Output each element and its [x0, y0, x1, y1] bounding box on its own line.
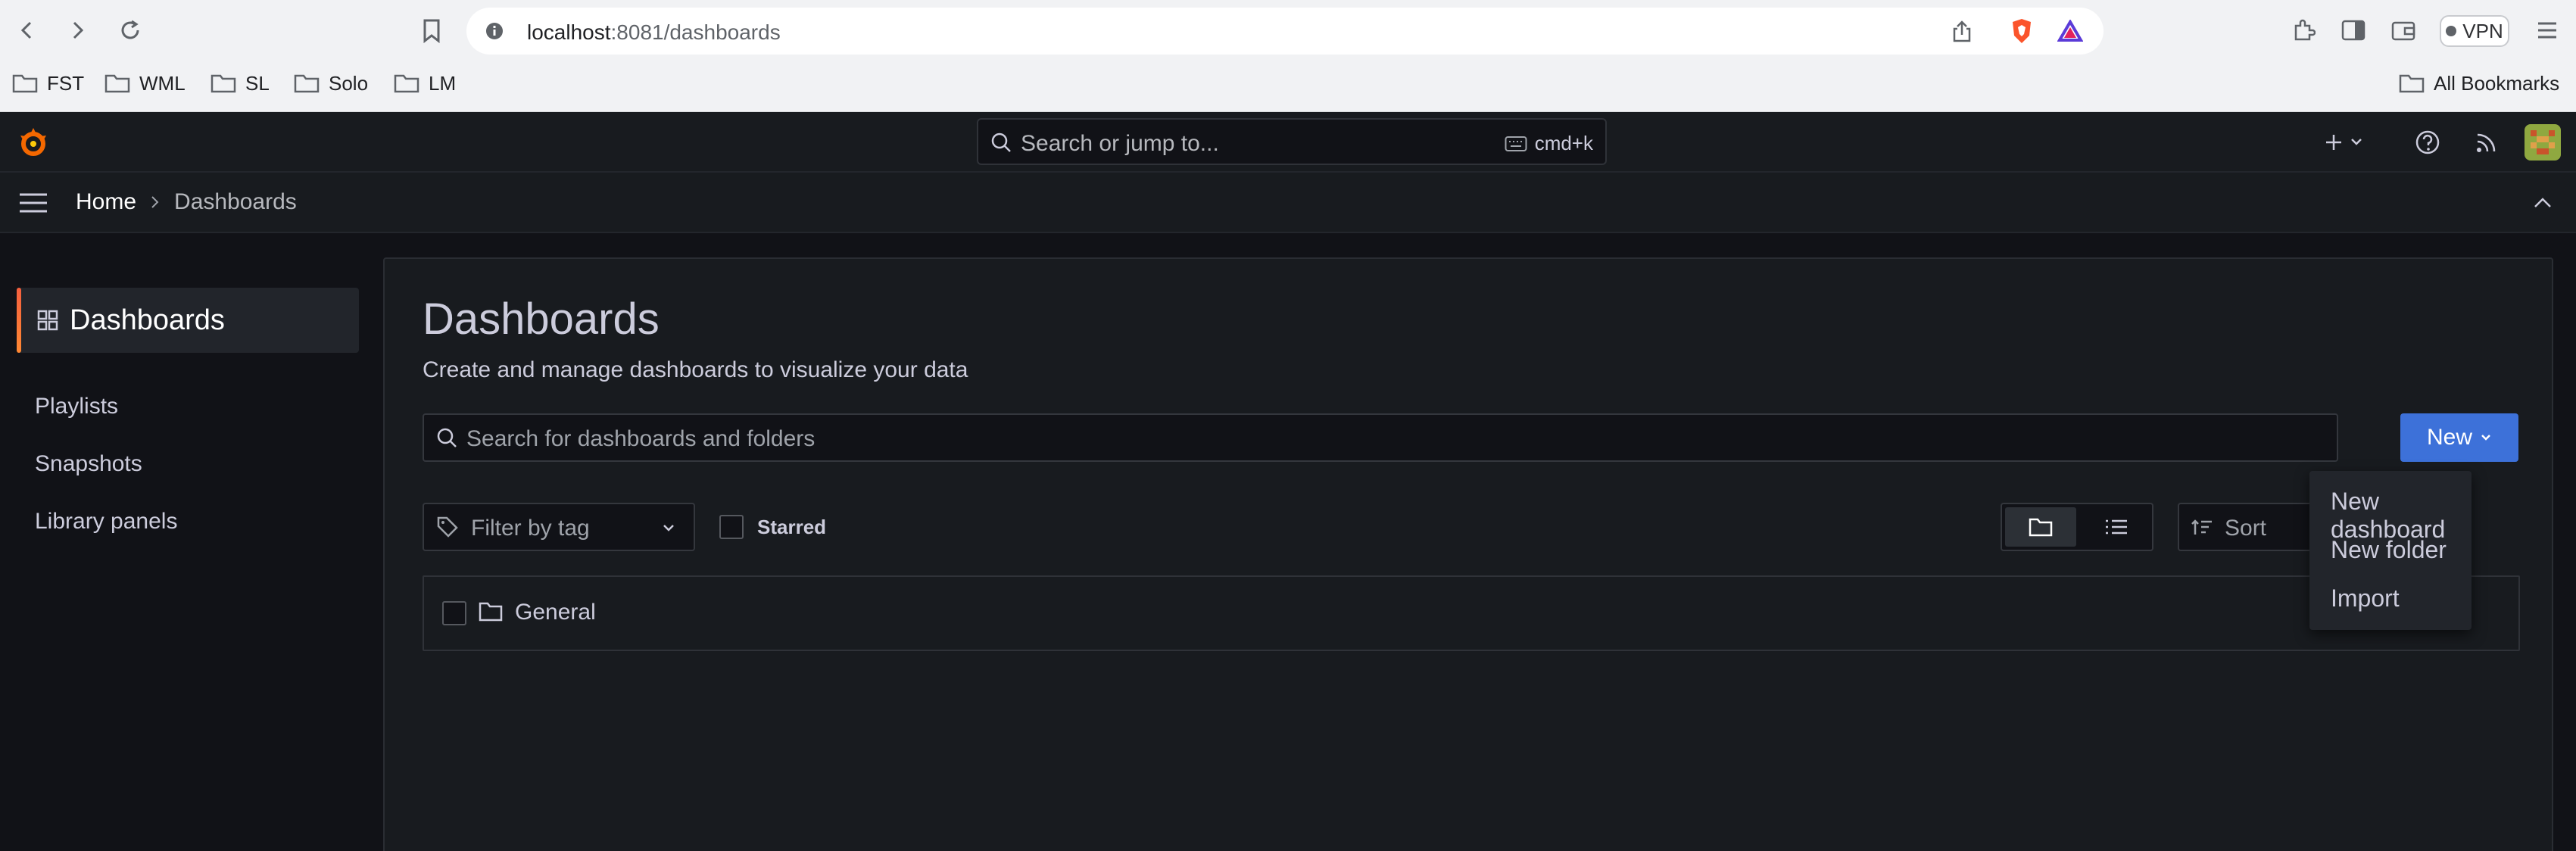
- bookmark-fst[interactable]: FST: [12, 68, 84, 98]
- bookmark-wml[interactable]: WML: [104, 68, 186, 98]
- vpn-status-icon: [2446, 26, 2457, 36]
- starred-filter[interactable]: Starred: [719, 515, 826, 539]
- user-avatar[interactable]: [2525, 124, 2561, 161]
- extensions-icon[interactable]: [2290, 17, 2317, 44]
- add-new-icon[interactable]: [2322, 127, 2370, 157]
- sidebar-item-label: Dashboards: [70, 304, 225, 336]
- bookmark-label: SL: [245, 71, 270, 95]
- filter-placeholder: Filter by tag: [471, 516, 590, 541]
- bookmark-icon[interactable]: [418, 17, 445, 45]
- menu-item-new-dashboard[interactable]: New dashboard: [2331, 488, 2472, 544]
- vpn-label: VPN: [2462, 19, 2503, 42]
- keyboard-icon: [1505, 136, 1527, 151]
- new-button[interactable]: New: [2400, 413, 2518, 462]
- back-icon[interactable]: [12, 15, 42, 45]
- address-bar[interactable]: localhost:8081/dashboards: [466, 8, 2104, 55]
- breadcrumb-bar: Home Dashboards: [0, 173, 2576, 233]
- bookmark-label: FST: [47, 71, 85, 95]
- brave-shield-icon[interactable]: [2008, 17, 2035, 45]
- search-icon: [989, 130, 1013, 154]
- page-title: Dashboards: [423, 295, 660, 344]
- wallet-icon[interactable]: [2390, 17, 2417, 44]
- active-indicator: [17, 288, 21, 353]
- new-button-label: New: [2426, 425, 2472, 450]
- chevron-right-icon: [151, 196, 159, 208]
- sidebar-item-dashboards[interactable]: Dashboards: [17, 288, 359, 353]
- bookmark-solo[interactable]: Solo: [294, 68, 368, 98]
- dashboard-search-input[interactable]: Search for dashboards and folders: [423, 413, 2338, 462]
- all-bookmarks-label: All Bookmarks: [2434, 71, 2560, 95]
- filter-by-tag-select[interactable]: Filter by tag: [423, 503, 695, 551]
- menu-icon[interactable]: [2534, 17, 2561, 44]
- share-icon[interactable]: [1949, 18, 1975, 44]
- news-feed-icon[interactable]: [2472, 127, 2502, 157]
- sidebar-toggle-icon[interactable]: [2340, 17, 2367, 44]
- folder-view-button[interactable]: [2005, 507, 2076, 547]
- list-view-button[interactable]: [2081, 507, 2152, 547]
- starred-label: Starred: [757, 515, 827, 538]
- chevron-down-icon: [2481, 435, 2490, 441]
- main-panel: Dashboards Create and manage dashboards …: [383, 257, 2553, 851]
- menu-item-import[interactable]: Import: [2331, 584, 2400, 613]
- breadcrumb-current: Dashboards: [174, 189, 297, 214]
- breadcrumb-home[interactable]: Home: [76, 189, 136, 215]
- search-icon: [435, 426, 459, 450]
- menu-item-new-folder[interactable]: New folder: [2331, 536, 2447, 564]
- new-dropdown-menu: New dashboard New folder Import: [2309, 471, 2472, 630]
- folder-row-label: General: [515, 600, 596, 625]
- search-placeholder: Search for dashboards and folders: [466, 426, 816, 451]
- view-toggle: [2001, 503, 2153, 551]
- sort-select[interactable]: Sort: [2178, 503, 2329, 551]
- search-placeholder: Search or jump to...: [1021, 131, 1219, 156]
- breadcrumb: Home Dashboards: [76, 189, 297, 215]
- help-icon[interactable]: [2412, 127, 2443, 157]
- sidebar-item-snapshots[interactable]: Snapshots: [35, 451, 142, 477]
- forward-icon[interactable]: [62, 15, 92, 45]
- folder-icon: [12, 74, 38, 93]
- folder-icon: [104, 74, 130, 93]
- reload-icon[interactable]: [115, 15, 145, 45]
- url-text: localhost:8081/dashboards: [527, 20, 781, 44]
- bookmark-sl[interactable]: SL: [211, 68, 270, 98]
- bookmark-label: WML: [139, 71, 186, 95]
- folder-icon: [2029, 518, 2053, 537]
- hamburger-menu-icon[interactable]: [18, 189, 48, 217]
- folder-row-general[interactable]: General: [423, 575, 2520, 651]
- grafana-logo-icon[interactable]: [15, 124, 51, 161]
- apps-grid-icon: [35, 307, 61, 333]
- page-subtitle: Create and manage dashboards to visualiz…: [423, 357, 968, 382]
- folder-icon: [479, 601, 503, 626]
- bookmark-label: LM: [429, 71, 457, 95]
- search-shortcut: cmd+k: [1505, 132, 1593, 155]
- site-info-icon[interactable]: [483, 20, 506, 42]
- folder-icon: [394, 74, 419, 93]
- vpn-button[interactable]: VPN: [2440, 15, 2509, 47]
- list-icon: [2106, 519, 2127, 535]
- all-bookmarks[interactable]: All Bookmarks: [2399, 68, 2559, 98]
- row-checkbox[interactable]: [442, 601, 466, 625]
- sort-icon: [2190, 516, 2214, 539]
- sort-label: Sort: [2225, 516, 2267, 541]
- sidebar-item-library-panels[interactable]: Library panels: [35, 509, 177, 535]
- bookmark-label: Solo: [329, 71, 369, 95]
- bookmark-lm[interactable]: LM: [394, 68, 456, 98]
- folder-icon: [294, 74, 320, 93]
- brave-rewards-icon[interactable]: [2057, 18, 2084, 44]
- collapse-chevron-up-icon[interactable]: [2529, 189, 2556, 217]
- sidebar-item-playlists[interactable]: Playlists: [35, 394, 118, 419]
- global-search-input[interactable]: Search or jump to... cmd+k: [977, 118, 1607, 165]
- folder-icon: [2399, 74, 2425, 93]
- browser-toolbar: localhost:8081/dashboards VPN FST WML SL: [0, 0, 2576, 112]
- grafana-topbar: Search or jump to... cmd+k: [0, 112, 2576, 173]
- starred-checkbox[interactable]: [719, 515, 744, 539]
- chevron-down-icon: [659, 518, 678, 538]
- folder-icon: [211, 74, 236, 93]
- tag-icon: [435, 515, 460, 539]
